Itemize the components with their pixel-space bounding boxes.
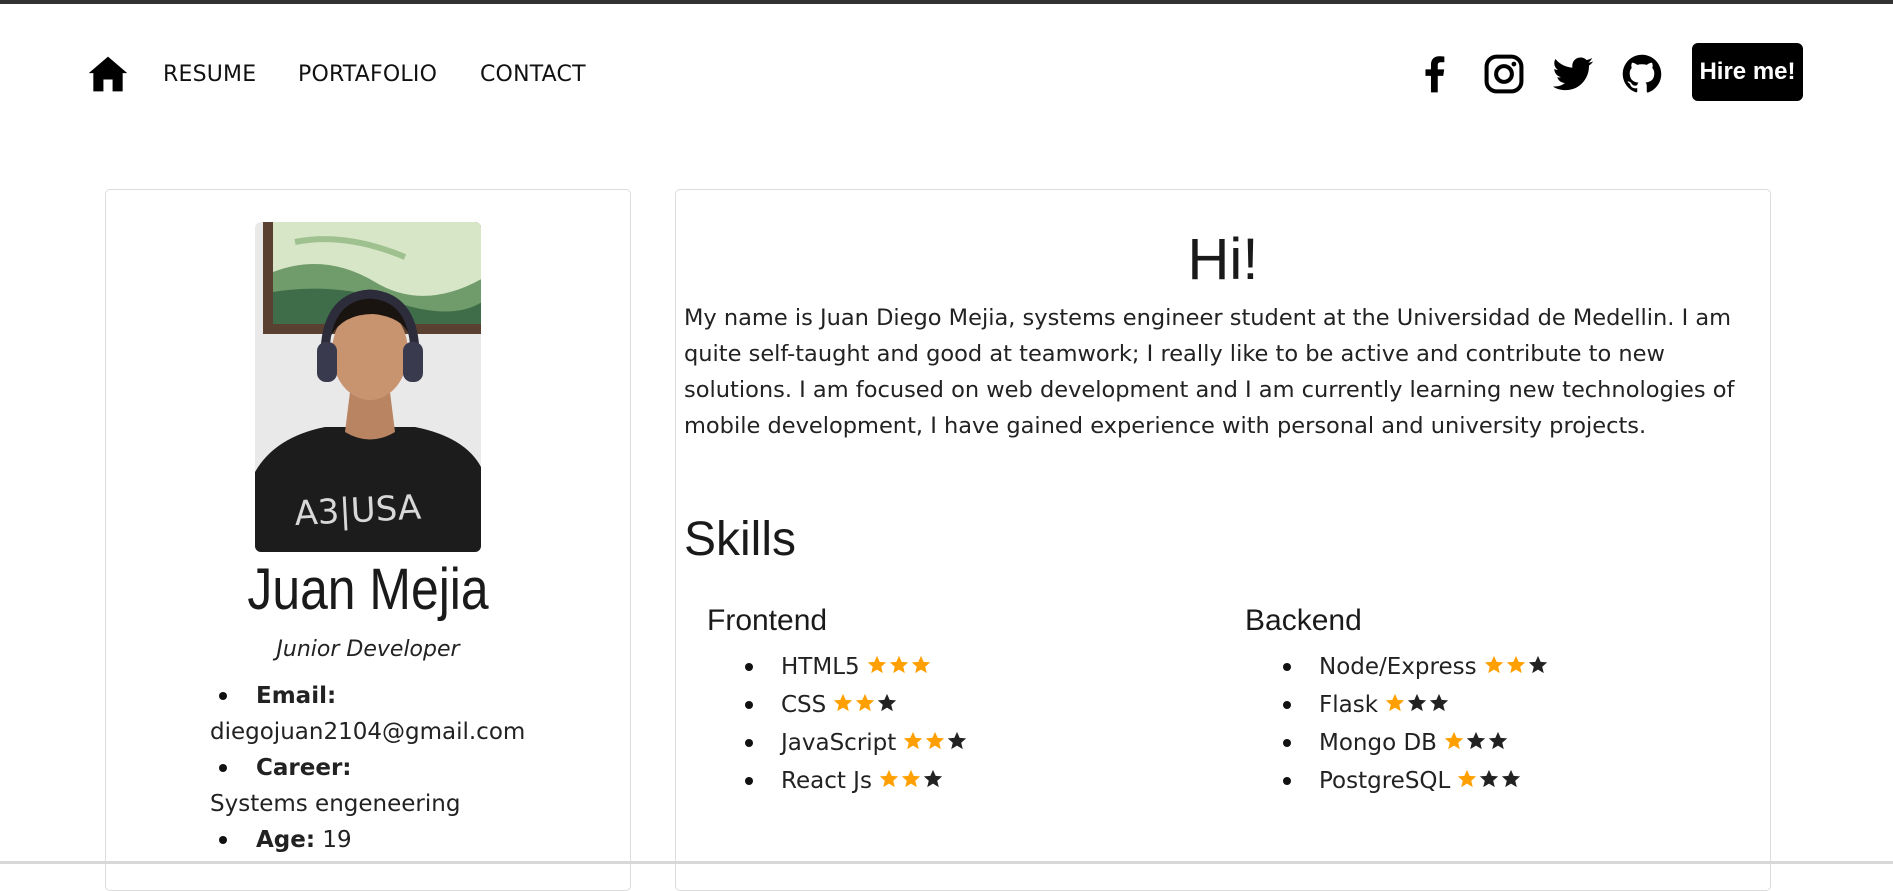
star-empty-icon	[1500, 765, 1522, 788]
info-value-email[interactable]: diegojuan2104@gmail.com	[210, 714, 602, 750]
bullet	[219, 764, 227, 772]
info-label: Career:	[256, 755, 352, 781]
greeting-heading: Hi!	[1187, 227, 1259, 292]
star-empty-icon	[1527, 651, 1549, 674]
star-filled-icon	[924, 727, 946, 750]
info-career: Career: Systems engeneering	[210, 750, 602, 822]
skill-item: HTML5	[745, 649, 968, 687]
star-filled-icon	[878, 765, 900, 788]
info-label: Age:	[256, 827, 316, 853]
info-value-career: Systems engeneering	[210, 791, 461, 817]
github-icon[interactable]	[1620, 52, 1664, 96]
skill-name: JavaScript	[781, 730, 897, 756]
info-value-age: 19	[322, 827, 352, 853]
star-filled-icon	[854, 689, 876, 712]
star-filled-icon	[866, 651, 888, 674]
profile-photo: A3|USA	[255, 222, 481, 552]
skill-item: Node/Express	[1283, 649, 1549, 687]
about-card: Hi! My name is Juan Diego Mejia, systems…	[675, 189, 1771, 891]
bullet	[219, 692, 227, 700]
star-rating	[866, 651, 932, 687]
nav-link-contact[interactable]: CONTACT	[480, 62, 586, 87]
bio-paragraph: My name is Juan Diego Mejia, systems eng…	[684, 305, 1735, 439]
skill-name: Flask	[1319, 692, 1379, 718]
bullet	[745, 739, 753, 747]
profile-role: Junior Developer	[276, 637, 460, 662]
star-empty-icon	[1406, 689, 1428, 712]
skill-item: JavaScript	[745, 725, 968, 763]
star-empty-icon	[876, 689, 898, 712]
star-rating	[902, 727, 968, 763]
facebook-icon[interactable]	[1413, 52, 1457, 96]
backend-heading: Backend	[1245, 604, 1362, 637]
bullet	[1283, 739, 1291, 747]
backend-skill-list: Node/Express Flask Mongo DB PostgreSQL	[1283, 649, 1549, 801]
skill-name: Mongo DB	[1319, 730, 1437, 756]
bullet	[219, 836, 227, 844]
bullet	[1283, 701, 1291, 709]
star-rating	[832, 689, 898, 725]
instagram-icon[interactable]	[1482, 52, 1526, 96]
star-filled-icon	[1505, 651, 1527, 674]
star-filled-icon	[1443, 727, 1465, 750]
home-icon[interactable]	[86, 52, 130, 96]
star-filled-icon	[832, 689, 854, 712]
skill-item: PostgreSQL	[1283, 763, 1549, 801]
skill-name: Node/Express	[1319, 654, 1477, 680]
profile-name: Juan Mejia	[247, 557, 489, 622]
bullet	[745, 701, 753, 709]
bullet	[1283, 777, 1291, 785]
star-filled-icon	[1456, 765, 1478, 788]
star-empty-icon	[946, 727, 968, 750]
nav-link-resume[interactable]: RESUME	[163, 62, 256, 87]
nav-link-portafolio[interactable]: PORTAFOLIO	[298, 62, 437, 87]
star-filled-icon	[888, 651, 910, 674]
star-rating	[1384, 689, 1450, 725]
skill-item: React Js	[745, 763, 968, 801]
star-empty-icon	[1487, 727, 1509, 750]
frontend-skill-list: HTML5 CSS JavaScript React Js	[745, 649, 968, 801]
star-empty-icon	[1428, 689, 1450, 712]
star-rating	[1483, 651, 1549, 687]
bullet	[745, 663, 753, 671]
info-age: Age: 19	[219, 822, 602, 858]
skill-name: CSS	[781, 692, 827, 718]
hire-me-button[interactable]: Hire me!	[1692, 43, 1803, 101]
star-rating	[1456, 765, 1522, 801]
star-empty-icon	[1478, 765, 1500, 788]
star-empty-icon	[1465, 727, 1487, 750]
navbar: RESUME PORTAFOLIO CONTACT Hire me!	[0, 4, 1893, 144]
star-filled-icon	[1483, 651, 1505, 674]
star-empty-icon	[922, 765, 944, 788]
bullet	[745, 777, 753, 785]
twitter-icon[interactable]	[1551, 52, 1595, 96]
star-filled-icon	[910, 651, 932, 674]
svg-text:A3|USA: A3|USA	[293, 488, 422, 535]
profile-info-list: Email: diegojuan2104@gmail.com Career: S…	[210, 678, 602, 858]
star-filled-icon	[900, 765, 922, 788]
skill-item: Flask	[1283, 687, 1549, 725]
skill-name: PostgreSQL	[1319, 768, 1451, 794]
frontend-heading: Frontend	[707, 604, 828, 637]
star-filled-icon	[902, 727, 924, 750]
skills-heading: Skills	[684, 513, 797, 566]
info-label: Email:	[256, 683, 337, 709]
skill-name: HTML5	[781, 654, 860, 680]
skill-name: React Js	[781, 768, 872, 794]
profile-card: A3|USA Juan Mejia Junior Developer Email…	[105, 189, 631, 891]
info-email: Email: diegojuan2104@gmail.com	[210, 678, 602, 750]
star-rating	[878, 765, 944, 801]
skill-item: Mongo DB	[1283, 725, 1549, 763]
star-rating	[1443, 727, 1509, 763]
bullet	[1283, 663, 1291, 671]
star-filled-icon	[1384, 689, 1406, 712]
skill-item: CSS	[745, 687, 968, 725]
